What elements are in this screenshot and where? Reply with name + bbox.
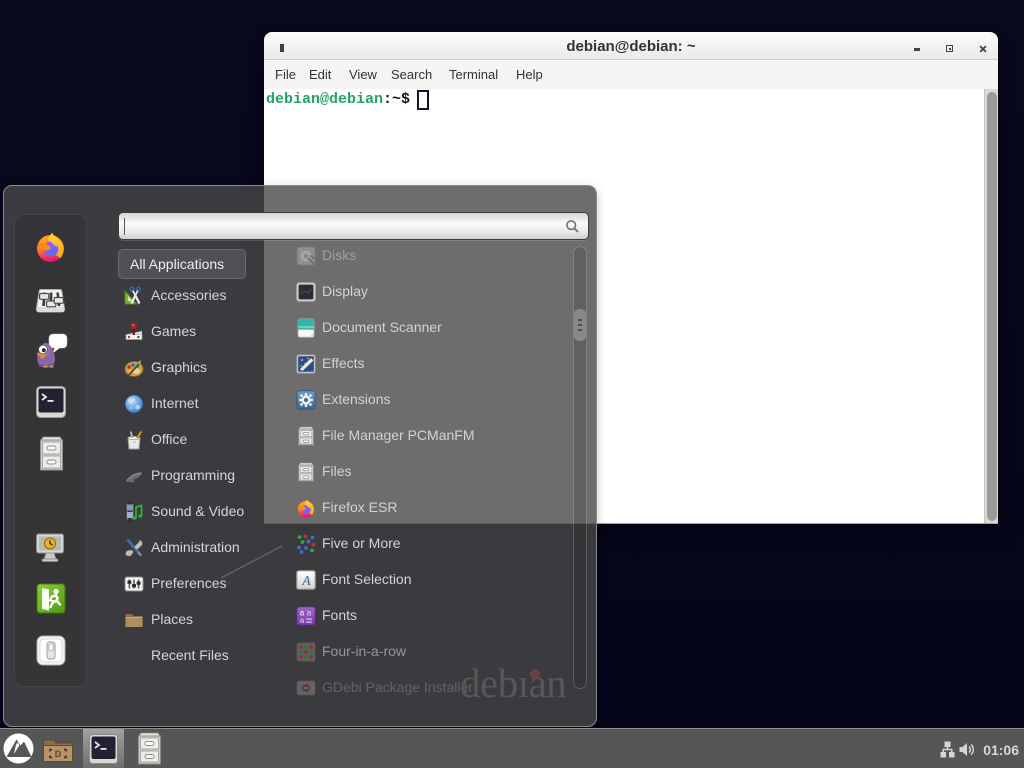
svg-text:a: a bbox=[307, 609, 312, 618]
svg-text:D: D bbox=[55, 749, 62, 759]
svg-text:a: a bbox=[300, 616, 305, 625]
svg-text:A: A bbox=[301, 573, 311, 588]
